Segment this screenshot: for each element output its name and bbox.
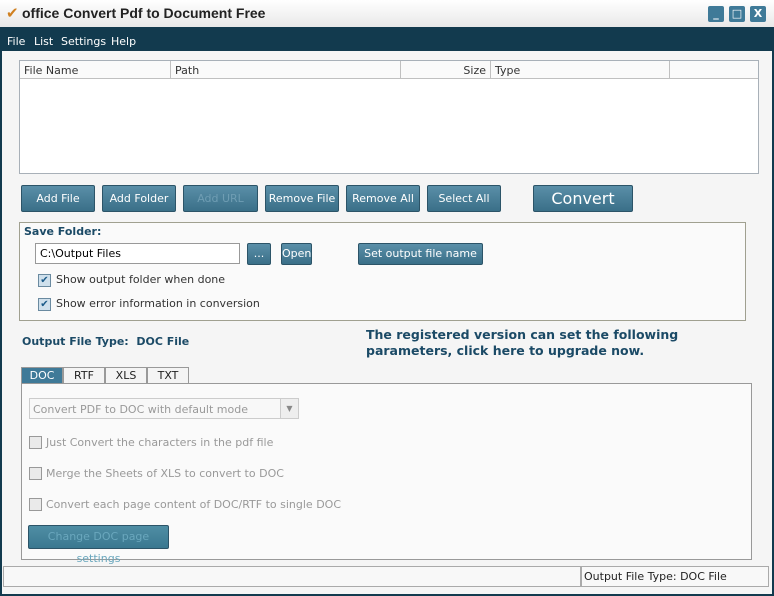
column-path[interactable]: Path (171, 61, 401, 79)
show-output-folder-checkbox[interactable]: ✔ (38, 274, 51, 287)
show-output-folder-label: Show output folder when done (56, 273, 226, 286)
conversion-mode-select: Convert PDF to DOC with default mode ▼ (29, 398, 299, 419)
add-folder-button[interactable]: Add Folder (102, 185, 176, 212)
window-title: office Convert Pdf to Document Free (22, 5, 266, 21)
change-page-settings-button: Change DOC page settings (28, 525, 169, 565)
column-type[interactable]: Type (491, 61, 670, 79)
app-logo-icon: ✔ (6, 4, 19, 22)
add-file-button[interactable]: Add File (21, 185, 95, 212)
merge-sheets-label: Merge the Sheets of XLS to convert to DO… (46, 467, 284, 480)
status-bar-text (3, 566, 581, 587)
title-bar: ✔ office Convert Pdf to Document Free _ … (0, 0, 774, 27)
chevron-down-icon: ▼ (280, 399, 298, 418)
tab-rtf[interactable]: RTF (63, 367, 105, 383)
convert-button[interactable]: Convert (533, 185, 633, 212)
open-folder-button[interactable]: Open (281, 243, 312, 265)
column-extra[interactable] (670, 61, 758, 79)
remove-all-button[interactable]: Remove All (346, 185, 420, 212)
merge-sheets-checkbox (29, 467, 42, 480)
show-error-info-label: Show error information in conversion (56, 297, 260, 310)
conversion-mode-value: Convert PDF to DOC with default mode (33, 403, 248, 416)
save-folder-input[interactable] (35, 243, 240, 264)
browse-button[interactable]: ... (247, 243, 271, 265)
select-all-button[interactable]: Select All (427, 185, 501, 212)
close-icon[interactable]: X (750, 6, 766, 22)
status-output-type: Output File Type: DOC File (581, 566, 769, 587)
menu-list[interactable]: List (34, 35, 53, 48)
set-output-file-name-button[interactable]: Set output file name (358, 243, 483, 265)
menu-settings[interactable]: Settings (61, 35, 106, 48)
just-convert-characters-label: Just Convert the characters in the pdf f… (46, 436, 274, 449)
just-convert-characters-checkbox (29, 436, 42, 449)
menu-help[interactable]: Help (111, 35, 136, 48)
minimize-icon[interactable]: _ (708, 6, 724, 22)
show-error-info-checkbox[interactable]: ✔ (38, 298, 51, 311)
add-url-button: Add URL (183, 185, 258, 212)
menu-file[interactable]: File (7, 35, 25, 48)
maximize-icon[interactable]: □ (729, 6, 745, 22)
tab-doc[interactable]: DOC (21, 367, 63, 383)
single-doc-label: Convert each page content of DOC/RTF to … (46, 498, 342, 511)
remove-file-button[interactable]: Remove File (265, 185, 339, 212)
tab-txt[interactable]: TXT (147, 367, 189, 383)
column-size[interactable]: Size (401, 61, 491, 79)
column-file-name[interactable]: File Name (20, 61, 171, 79)
tab-xls[interactable]: XLS (105, 367, 147, 383)
save-folder-label: Save Folder: (24, 225, 102, 238)
single-doc-checkbox (29, 498, 42, 511)
upgrade-link[interactable]: The registered version can set the follo… (366, 327, 696, 359)
output-file-type-label: Output File Type: DOC File (22, 335, 190, 348)
file-list[interactable]: File Name Path Size Type (19, 60, 759, 174)
